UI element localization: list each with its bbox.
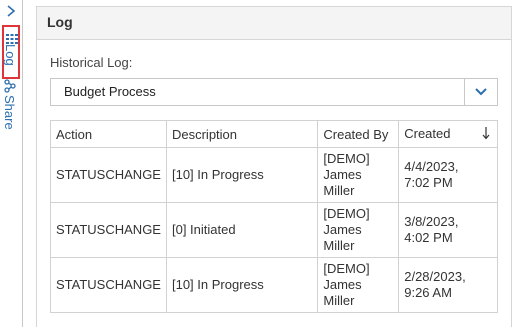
log-table: Action Description Created By Created ST… bbox=[50, 120, 498, 313]
chevron-right-icon[interactable] bbox=[4, 4, 18, 18]
panel-title: Log bbox=[37, 7, 511, 40]
created-by-line: [DEMO] bbox=[323, 261, 370, 276]
cell-created-by: [DEMO] James Miller bbox=[317, 202, 400, 258]
created-by-line: James bbox=[323, 167, 362, 182]
column-header-description[interactable]: Description bbox=[165, 120, 319, 148]
created-by-line: Miller bbox=[323, 293, 355, 308]
cell-created: 2/28/2023, 9:26 AM bbox=[398, 257, 498, 313]
rail-log-label: Log bbox=[3, 44, 18, 66]
cell-description: [10] In Progress bbox=[165, 147, 319, 203]
created-by-line: James bbox=[323, 222, 362, 237]
created-time: 9:26 AM bbox=[404, 285, 452, 300]
column-header-created[interactable]: Created bbox=[398, 120, 498, 148]
dropdown-toggle-button[interactable] bbox=[464, 79, 497, 105]
created-by-line: Miller bbox=[323, 183, 355, 198]
table-row[interactable]: STATUSCHANGE [10] In Progress [DEMO] Jam… bbox=[50, 147, 498, 203]
rail-tab-log[interactable]: Log bbox=[2, 25, 20, 79]
cell-created-by: [DEMO] James Miller bbox=[317, 257, 400, 313]
column-header-created-by[interactable]: Created By bbox=[317, 120, 400, 148]
column-header-created-label: Created bbox=[404, 125, 451, 141]
chevron-down-icon bbox=[475, 88, 487, 96]
cell-action: STATUSCHANGE bbox=[50, 147, 167, 203]
sort-descending-icon[interactable] bbox=[482, 126, 490, 143]
column-header-action[interactable]: Action bbox=[50, 120, 167, 148]
cell-created-by: [DEMO] James Miller bbox=[317, 147, 400, 203]
cell-description: [10] In Progress bbox=[165, 257, 319, 313]
cell-action: STATUSCHANGE bbox=[50, 257, 167, 313]
cell-created: 3/8/2023, 4:02 PM bbox=[398, 202, 498, 258]
created-by-line: James bbox=[323, 277, 362, 292]
table-header-row: Action Description Created By Created bbox=[50, 120, 498, 148]
created-date: 2/28/2023, bbox=[404, 269, 466, 284]
side-rail: Log Share bbox=[0, 0, 23, 327]
table-row[interactable]: STATUSCHANGE [10] In Progress [DEMO] Jam… bbox=[50, 257, 498, 313]
cell-description: [0] Initiated bbox=[165, 202, 319, 258]
created-time: 4:02 PM bbox=[404, 230, 453, 245]
created-date: 4/4/2023, bbox=[404, 159, 459, 174]
historical-log-label: Historical Log: bbox=[50, 55, 133, 70]
historical-log-selected-value: Budget Process bbox=[64, 84, 156, 99]
cell-action: STATUSCHANGE bbox=[50, 202, 167, 258]
cell-created: 4/4/2023, 7:02 PM bbox=[398, 147, 498, 203]
rail-tab-share[interactable]: Share bbox=[2, 95, 17, 130]
log-panel: Log Historical Log: Budget Process Actio… bbox=[36, 6, 512, 327]
created-by-line: [DEMO] bbox=[323, 151, 370, 166]
created-date: 3/8/2023, bbox=[404, 214, 459, 229]
created-time: 7:02 PM bbox=[404, 175, 453, 190]
created-by-line: Miller bbox=[323, 238, 355, 253]
table-row[interactable]: STATUSCHANGE [0] Initiated [DEMO] James … bbox=[50, 202, 498, 258]
historical-log-select[interactable]: Budget Process bbox=[50, 78, 498, 106]
created-by-line: [DEMO] bbox=[323, 206, 370, 221]
